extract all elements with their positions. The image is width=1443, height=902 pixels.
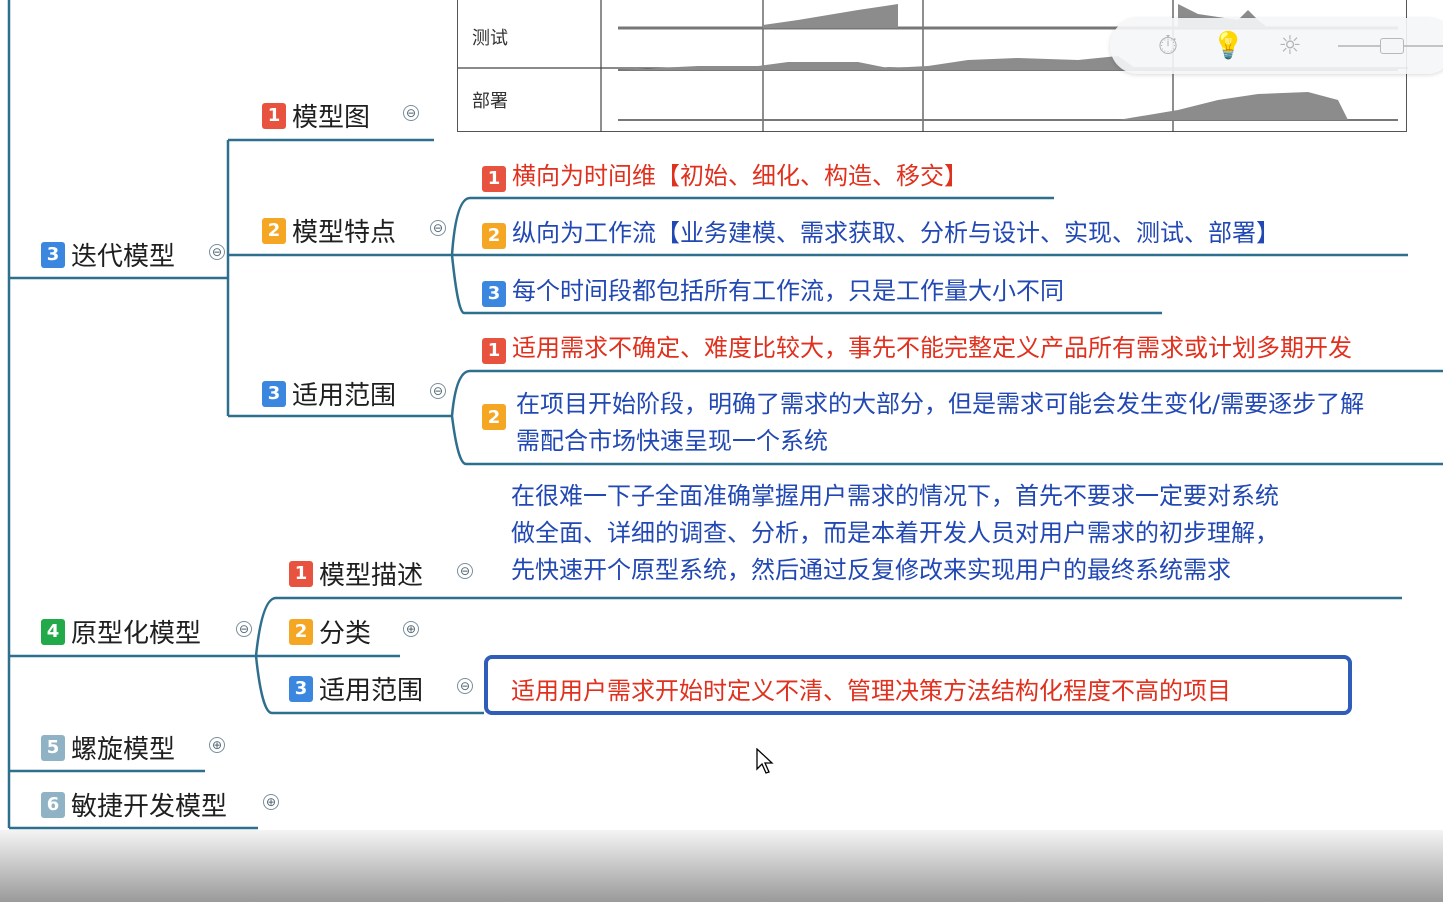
priority-badge: 2	[262, 217, 286, 244]
collapse-toggle-description[interactable]: ⊖	[457, 563, 473, 579]
priority-badge: 1	[482, 165, 506, 192]
feature-item-2[interactable]: 2 纵向为工作流【业务建模、需求获取、分析与设计、实现、测试、部署】	[482, 213, 1280, 249]
collapse-toggle-iterative-scope[interactable]: ⊖	[430, 383, 446, 399]
topic-prototype-scope[interactable]: 3 适用范围	[289, 670, 423, 707]
scope-item-1[interactable]: 1 适用需求不确定、难度比较大，事先不能完整定义产品所有需求或计划多期开发	[482, 328, 1352, 364]
topic-model-features[interactable]: 2 模型特点	[262, 212, 396, 249]
priority-badge: 1	[289, 560, 313, 587]
expand-toggle-spiral[interactable]: ⊕	[209, 737, 225, 753]
topic-label: 螺旋模型	[71, 735, 176, 765]
leaf-text: 适用需求不确定、难度比较大，事先不能完整定义产品所有需求或计划多期开发	[512, 334, 1352, 362]
lightbulb-icon[interactable]: 💡	[1212, 30, 1244, 62]
priority-badge: 3	[262, 380, 286, 407]
expand-toggle-category[interactable]: ⊕	[403, 621, 419, 637]
topic-spiral-model[interactable]: 5 螺旋模型	[41, 729, 175, 766]
collapse-toggle-prototype[interactable]: ⊖	[236, 621, 252, 637]
priority-badge: 1	[482, 337, 506, 364]
priority-badge: 3	[41, 241, 65, 268]
topic-category[interactable]: 2 分类	[289, 613, 371, 650]
topic-label: 适用范围	[292, 381, 397, 411]
feature-item-3[interactable]: 3 每个时间段都包括所有工作流，只是工作量大小不同	[482, 271, 1064, 307]
priority-badge: 3	[482, 280, 506, 307]
priority-badge: 2	[482, 404, 506, 430]
description-text[interactable]: 在很难一下子全面准确掌握用户需求的情况下，首先不要求一定要对系统 做全面、详细的…	[511, 478, 1279, 589]
leaf-text-line-2: 需配合市场快速呈现一个系统	[516, 427, 828, 455]
priority-badge: 1	[262, 102, 286, 129]
topic-agile-model[interactable]: 6 敏捷开发模型	[41, 786, 227, 823]
collapse-toggle-model-image[interactable]: ⊖	[403, 105, 419, 121]
prototype-scope-text[interactable]: 适用用户需求开始时定义不清、管理决策方法结构化程度不高的项目	[511, 671, 1231, 706]
brightness-icon[interactable]: ☼	[1274, 30, 1306, 62]
topic-iterative-scope[interactable]: 3 适用范围	[262, 375, 396, 412]
description-line-1: 在很难一下子全面准确掌握用户需求的情况下，首先不要求一定要对系统	[511, 482, 1279, 510]
priority-badge: 3	[289, 675, 313, 702]
collapse-toggle-iterative[interactable]: ⊖	[209, 244, 225, 260]
collapse-toggle-features[interactable]: ⊖	[430, 220, 446, 236]
priority-badge: 4	[41, 618, 65, 645]
timer-icon[interactable]: ⏱	[1152, 30, 1184, 62]
diagram-row-label-test: 测试	[472, 28, 508, 49]
zoom-slider-handle[interactable]	[1380, 38, 1404, 54]
diagram-row-label-deploy: 部署	[472, 91, 508, 112]
topic-label: 分类	[319, 619, 372, 649]
topic-model-image[interactable]: 1 模型图	[262, 97, 370, 134]
mindmap-canvas[interactable]: 测试 部署 ⏱ 💡 ☼ 3 迭代模型 ⊖ 1 模型图 ⊖ 2 模型特点 ⊖ 1横…	[0, 0, 1443, 902]
floating-toolbar: ⏱ 💡 ☼	[1110, 18, 1443, 74]
leaf-text-line-1: 在项目开始阶段，明确了需求的大部分，但是需求可能会发生变化/需要逐步了解	[516, 390, 1365, 418]
topic-label: 原型化模型	[71, 619, 202, 649]
feature-item-1[interactable]: 1 横向为时间维【初始、细化、构造、移交】	[482, 156, 968, 192]
topic-iterative-model[interactable]: 3 迭代模型	[41, 236, 175, 273]
bottom-bar	[0, 830, 1443, 902]
leaf-text: 横向为时间维【初始、细化、构造、移交】	[512, 162, 968, 190]
priority-badge: 5	[41, 734, 65, 761]
leaf-text: 纵向为工作流【业务建模、需求获取、分析与设计、实现、测试、部署】	[512, 219, 1280, 247]
topic-label: 模型特点	[292, 218, 397, 248]
topic-label: 敏捷开发模型	[71, 792, 228, 822]
priority-badge: 2	[482, 222, 506, 249]
description-line-2: 做全面、详细的调查、分析，而是本着开发人员对用户需求的初步理解，	[511, 519, 1279, 547]
mouse-cursor-icon	[756, 748, 774, 774]
priority-badge: 2	[289, 618, 313, 645]
expand-toggle-agile[interactable]: ⊕	[263, 794, 279, 810]
topic-model-description[interactable]: 1 模型描述	[289, 555, 423, 592]
priority-badge: 6	[41, 791, 65, 818]
topic-label: 适用范围	[319, 676, 424, 706]
topic-label: 迭代模型	[71, 242, 176, 272]
scope-item-2[interactable]: 2 在项目开始阶段，明确了需求的大部分，但是需求可能会发生变化/需要逐步了解 需…	[482, 386, 1364, 460]
leaf-text: 每个时间段都包括所有工作流，只是工作量大小不同	[512, 277, 1064, 305]
topic-label: 模型描述	[319, 561, 424, 591]
collapse-toggle-prototype-scope[interactable]: ⊖	[457, 678, 473, 694]
topic-label: 模型图	[292, 103, 371, 133]
topic-prototype-model[interactable]: 4 原型化模型	[41, 613, 201, 650]
description-line-3: 先快速开个原型系统，然后通过反复修改来实现用户的最终系统需求	[511, 556, 1231, 584]
